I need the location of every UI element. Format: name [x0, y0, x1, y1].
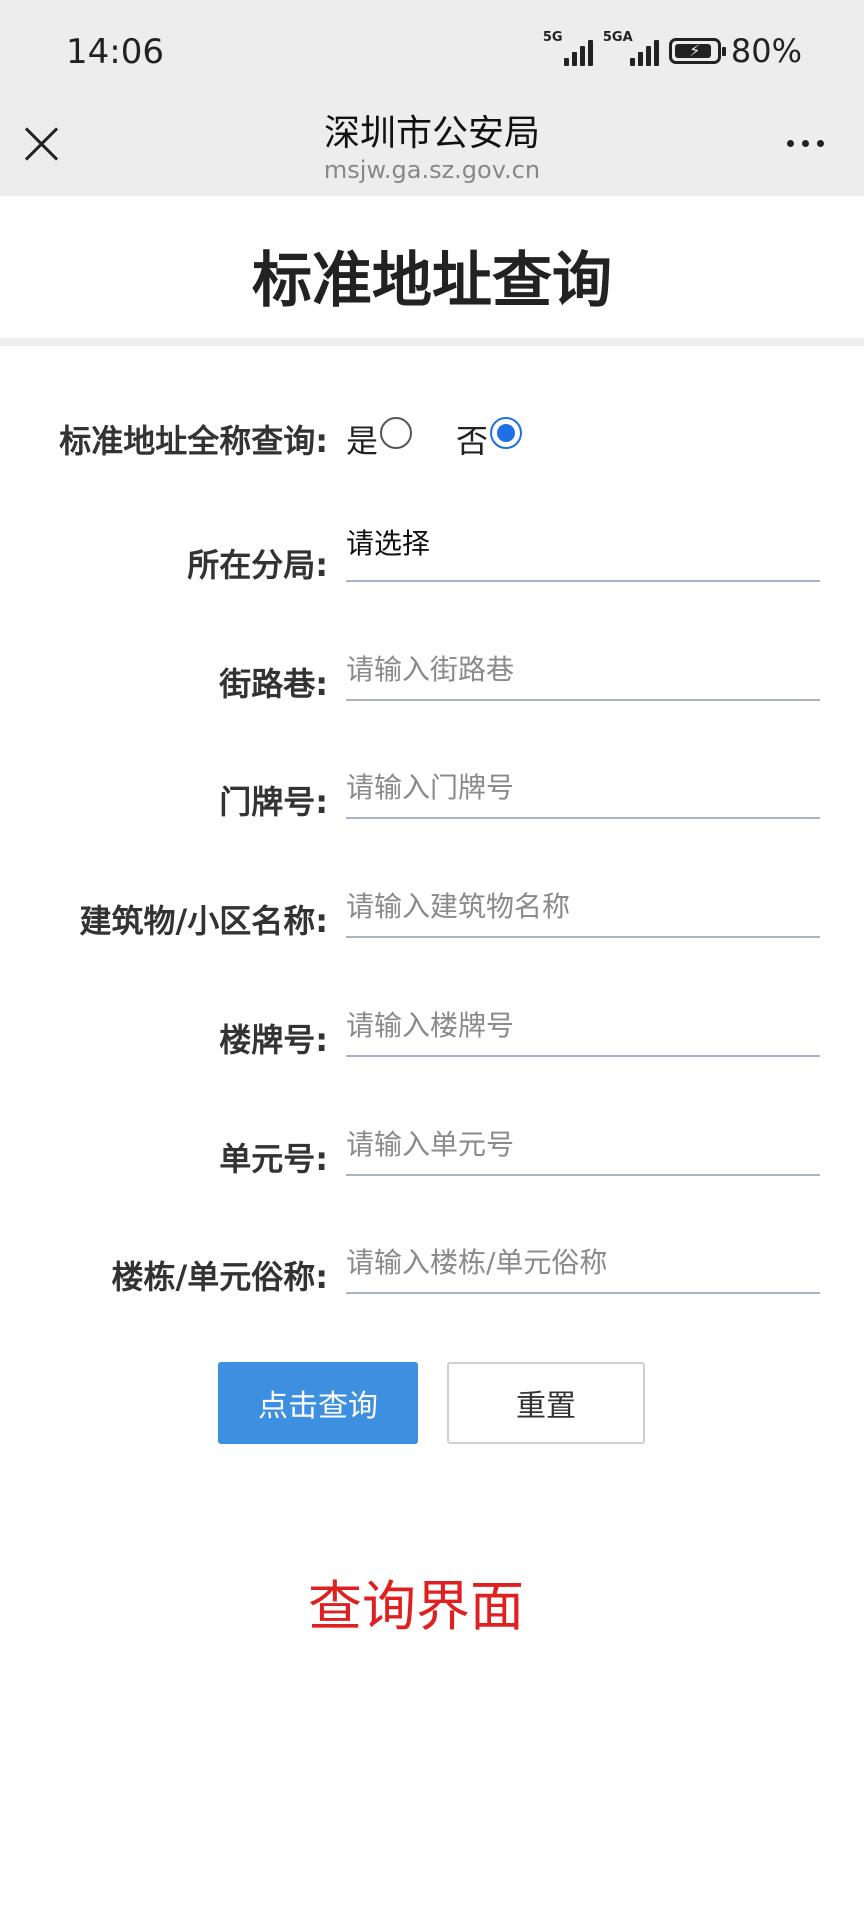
radio-no-circle-icon[interactable]: [490, 417, 523, 449]
alias-label: 楼栋/单元俗称:: [111, 1258, 329, 1296]
building-row: 建筑物/小区名称:: [0, 876, 864, 946]
door-label: 门牌号:: [219, 783, 328, 821]
alias-row: 楼栋/单元俗称:: [0, 1232, 864, 1302]
battery-icon: ⚡: [668, 38, 726, 64]
block-label: 楼牌号:: [219, 1021, 328, 1059]
unit-label: 单元号:: [219, 1140, 328, 1178]
unit-input[interactable]: [346, 1114, 820, 1176]
branch-row: 所在分局: 请选择: [0, 520, 864, 590]
query-button[interactable]: 点击查询: [218, 1362, 418, 1444]
full-address-query-row: 标准地址全称查询: 是 否: [0, 410, 864, 460]
radio-yes[interactable]: 是: [346, 416, 413, 462]
signal-5ga-icon: 5GA: [603, 30, 659, 66]
top-bar: 14:06 5G 5GA ⚡ 80% 深圳市公安局 msjw.ga.sz.gov…: [0, 0, 864, 196]
page-title: 标准地址查询: [252, 246, 612, 316]
caption-text: 查询界面: [308, 1575, 524, 1638]
block-row: 楼牌号:: [0, 995, 864, 1065]
alias-input[interactable]: [346, 1232, 820, 1294]
street-input[interactable]: [346, 639, 820, 701]
nav-title: 深圳市公安局: [323, 113, 540, 154]
branch-select[interactable]: 请选择: [346, 520, 820, 582]
nav-url: msjw.ga.sz.gov.cn: [323, 156, 541, 184]
signal-5g-icon: 5G: [543, 30, 593, 66]
status-time: 14:06: [66, 32, 164, 72]
status-icons: 5G 5GA ⚡ 80%: [543, 30, 802, 70]
block-input[interactable]: [346, 995, 820, 1057]
street-row: 街路巷:: [0, 639, 864, 709]
divider: [0, 338, 864, 346]
unit-row: 单元号:: [0, 1114, 864, 1184]
radio-no[interactable]: 否: [456, 416, 523, 462]
full-address-query-label: 标准地址全称查询:: [59, 422, 328, 460]
door-row: 门牌号:: [0, 757, 864, 827]
reset-button[interactable]: 重置: [447, 1362, 645, 1444]
more-options-icon[interactable]: [787, 140, 824, 147]
door-input[interactable]: [346, 757, 820, 819]
building-label: 建筑物/小区名称:: [79, 902, 329, 940]
battery-percent: 80%: [730, 32, 802, 70]
radio-yes-label: 是: [346, 422, 379, 460]
radio-yes-circle-icon[interactable]: [380, 417, 413, 449]
branch-label: 所在分局:: [187, 546, 328, 584]
building-input[interactable]: [346, 876, 820, 938]
radio-no-label: 否: [456, 422, 489, 460]
street-label: 街路巷:: [219, 665, 328, 703]
